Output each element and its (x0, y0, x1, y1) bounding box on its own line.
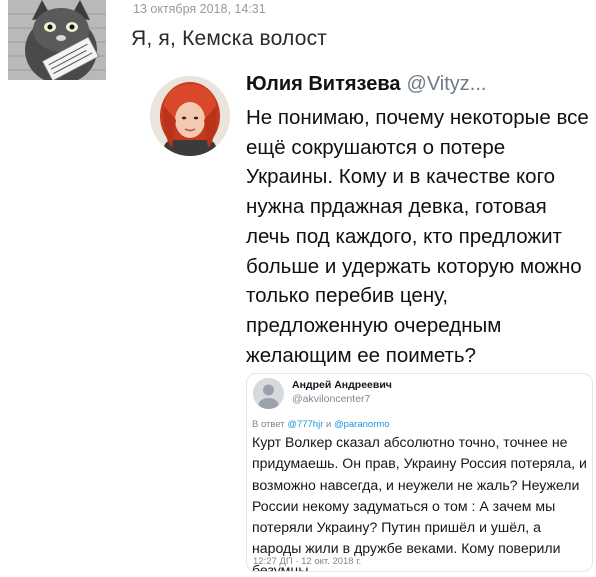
embedded-tweet-author-handle[interactable]: @akviloncenter7 (292, 393, 370, 405)
reply-prefix: В ответ (252, 419, 285, 430)
tweet-author-name[interactable]: Юлия Витязева (246, 73, 401, 95)
tweet-author[interactable]: Юлия Витязева @Vityz... (246, 73, 486, 96)
reply-mention-link[interactable]: @777hjr (287, 419, 323, 430)
embedded-tweet-author-name[interactable]: Андрей Андреевич (292, 379, 392, 391)
embedded-tweet-card[interactable]: Андрей Андреевич @akviloncenter7 В ответ… (246, 373, 593, 572)
embedded-tweet-avatar[interactable] (253, 378, 284, 409)
cat-with-sign-avatar-icon (8, 0, 106, 80)
post-author-avatar[interactable] (8, 0, 106, 80)
tweet-author-handle[interactable]: @Vityz... (407, 73, 487, 95)
post-date: 13 октября 2018, 14:31 (133, 2, 266, 16)
red-haired-woman-avatar-icon (150, 76, 230, 156)
post-text: Я, я, Кемска волост (131, 27, 328, 50)
tweet-text: Не понимаю, почему некоторые все ещё сок… (246, 106, 589, 367)
reply-mention-link[interactable]: @paranormo (334, 419, 390, 430)
embedded-tweet-text: Курт Волкер сказал абсолютно точно, точн… (252, 434, 587, 572)
tweet-author-avatar[interactable] (150, 76, 230, 156)
embedded-tweet-reply-line: В ответ @777hjr и @paranormo (252, 419, 390, 430)
embedded-tweet-timestamp[interactable]: 12:27 ДП · 12 окт. 2018 г. (253, 556, 361, 567)
reply-conjunction: и (326, 419, 332, 430)
default-user-avatar-icon (253, 378, 284, 409)
